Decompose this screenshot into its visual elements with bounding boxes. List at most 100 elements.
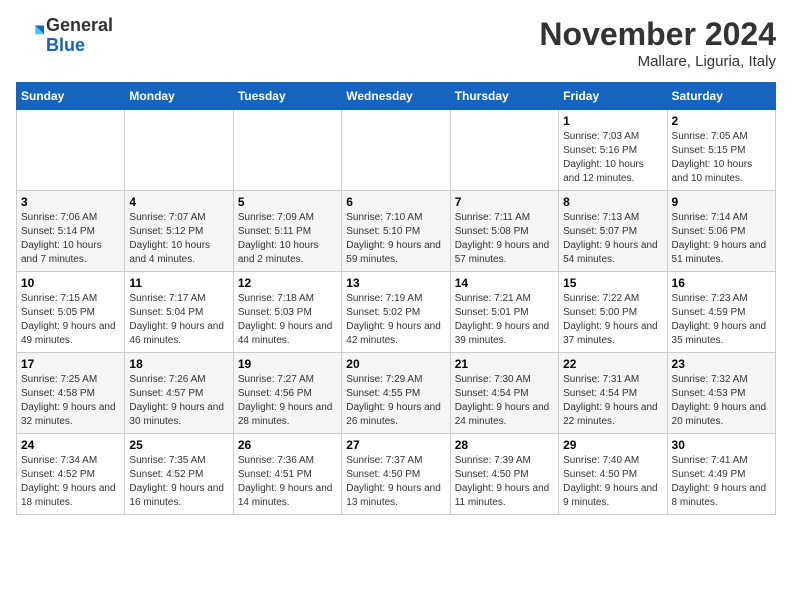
day-info: Sunrise: 7:31 AM Sunset: 4:54 PM Dayligh…: [563, 373, 662, 429]
weekday-header-friday: Friday: [559, 83, 667, 110]
day-number: 6: [346, 195, 445, 209]
calendar-cell: [17, 110, 125, 191]
calendar-cell: 22 Sunrise: 7:31 AM Sunset: 4:54 PM Dayli…: [559, 353, 667, 434]
day-number: 16: [672, 276, 771, 290]
day-info: Sunrise: 7:27 AM Sunset: 4:56 PM Dayligh…: [238, 373, 337, 429]
title-area: November 2024 Mallare, Liguria, Italy: [539, 16, 776, 70]
calendar-cell: 23 Sunrise: 7:32 AM Sunset: 4:53 PM Dayli…: [667, 353, 775, 434]
calendar-cell: 24 Sunrise: 7:34 AM Sunset: 4:52 PM Dayli…: [17, 434, 125, 515]
logo-blue-text: Blue: [46, 35, 85, 55]
weekday-header-tuesday: Tuesday: [233, 83, 341, 110]
day-number: 23: [672, 357, 771, 371]
logo-general-text: General: [46, 15, 113, 35]
day-info: Sunrise: 7:10 AM Sunset: 5:10 PM Dayligh…: [346, 211, 445, 267]
calendar-cell: 25Sunrise: 7:35 AM Sunset: 4:52 PM Dayli…: [125, 434, 233, 515]
day-info: Sunrise: 7:07 AM Sunset: 5:12 PM Dayligh…: [129, 211, 228, 267]
weekday-header-sunday: Sunday: [17, 83, 125, 110]
day-info: Sunrise: 7:25 AM Sunset: 4:58 PM Dayligh…: [21, 373, 120, 429]
calendar-cell: 7 Sunrise: 7:11 AM Sunset: 5:08 PM Daylig…: [450, 191, 558, 272]
weekday-header-saturday: Saturday: [667, 83, 775, 110]
calendar-cell: 19 Sunrise: 7:27 AM Sunset: 4:56 PM Dayli…: [233, 353, 341, 434]
day-info: Sunrise: 7:23 AM Sunset: 4:59 PM Dayligh…: [672, 292, 771, 348]
logo-icon: [16, 22, 44, 50]
day-number: 25: [129, 438, 228, 452]
day-info: Sunrise: 7:34 AM Sunset: 4:52 PM Dayligh…: [21, 454, 120, 510]
day-info: Sunrise: 7:26 AM Sunset: 4:57 PM Dayligh…: [129, 373, 228, 429]
calendar-week-row: 17Sunrise: 7:25 AM Sunset: 4:58 PM Dayli…: [17, 353, 776, 434]
calendar-cell: 10Sunrise: 7:15 AM Sunset: 5:05 PM Dayli…: [17, 272, 125, 353]
calendar-cell: [125, 110, 233, 191]
calendar-cell: 9Sunrise: 7:14 AM Sunset: 5:06 PM Daylig…: [667, 191, 775, 272]
day-number: 11: [129, 276, 228, 290]
day-number: 29: [563, 438, 662, 452]
day-number: 4: [129, 195, 228, 209]
day-info: Sunrise: 7:29 AM Sunset: 4:55 PM Dayligh…: [346, 373, 445, 429]
day-number: 28: [455, 438, 554, 452]
calendar-cell: 3 Sunrise: 7:06 AM Sunset: 5:14 PM Daylig…: [17, 191, 125, 272]
day-info: Sunrise: 7:22 AM Sunset: 5:00 PM Dayligh…: [563, 292, 662, 348]
weekday-header-monday: Monday: [125, 83, 233, 110]
day-info: Sunrise: 7:13 AM Sunset: 5:07 PM Dayligh…: [563, 211, 662, 267]
day-info: Sunrise: 7:30 AM Sunset: 4:54 PM Dayligh…: [455, 373, 554, 429]
location-label: Mallare, Liguria, Italy: [539, 53, 776, 70]
calendar-week-row: 3 Sunrise: 7:06 AM Sunset: 5:14 PM Daylig…: [17, 191, 776, 272]
day-number: 30: [672, 438, 771, 452]
day-info: Sunrise: 7:19 AM Sunset: 5:02 PM Dayligh…: [346, 292, 445, 348]
day-number: 26: [238, 438, 337, 452]
calendar-cell: 4 Sunrise: 7:07 AM Sunset: 5:12 PM Daylig…: [125, 191, 233, 272]
calendar-cell: 20 Sunrise: 7:29 AM Sunset: 4:55 PM Dayli…: [342, 353, 450, 434]
day-number: 3: [21, 195, 120, 209]
page-header: General Blue November 2024 Mallare, Ligu…: [16, 16, 776, 70]
day-number: 2: [672, 114, 771, 128]
day-info: Sunrise: 7:21 AM Sunset: 5:01 PM Dayligh…: [455, 292, 554, 348]
day-number: 15: [563, 276, 662, 290]
calendar-cell: [233, 110, 341, 191]
day-number: 27: [346, 438, 445, 452]
calendar-cell: 26 Sunrise: 7:36 AM Sunset: 4:51 PM Dayli…: [233, 434, 341, 515]
weekday-header-row: SundayMondayTuesdayWednesdayThursdayFrid…: [17, 83, 776, 110]
calendar-cell: 6 Sunrise: 7:10 AM Sunset: 5:10 PM Daylig…: [342, 191, 450, 272]
day-number: 19: [238, 357, 337, 371]
day-number: 22: [563, 357, 662, 371]
day-info: Sunrise: 7:32 AM Sunset: 4:53 PM Dayligh…: [672, 373, 771, 429]
calendar-week-row: 24 Sunrise: 7:34 AM Sunset: 4:52 PM Dayli…: [17, 434, 776, 515]
calendar-cell: 30 Sunrise: 7:41 AM Sunset: 4:49 PM Dayli…: [667, 434, 775, 515]
day-info: Sunrise: 7:17 AM Sunset: 5:04 PM Dayligh…: [129, 292, 228, 348]
day-number: 9: [672, 195, 771, 209]
calendar-cell: 21Sunrise: 7:30 AM Sunset: 4:54 PM Dayli…: [450, 353, 558, 434]
calendar-cell: 11 Sunrise: 7:17 AM Sunset: 5:04 PM Dayli…: [125, 272, 233, 353]
logo: General Blue: [16, 16, 113, 56]
calendar-week-row: 1Sunrise: 7:03 AM Sunset: 5:16 PM Daylig…: [17, 110, 776, 191]
calendar-cell: 18Sunrise: 7:26 AM Sunset: 4:57 PM Dayli…: [125, 353, 233, 434]
calendar-cell: 1Sunrise: 7:03 AM Sunset: 5:16 PM Daylig…: [559, 110, 667, 191]
calendar-cell: 16 Sunrise: 7:23 AM Sunset: 4:59 PM Dayli…: [667, 272, 775, 353]
day-info: Sunrise: 7:18 AM Sunset: 5:03 PM Dayligh…: [238, 292, 337, 348]
day-info: Sunrise: 7:05 AM Sunset: 5:15 PM Dayligh…: [672, 130, 771, 186]
calendar-cell: 17Sunrise: 7:25 AM Sunset: 4:58 PM Dayli…: [17, 353, 125, 434]
calendar-cell: 5 Sunrise: 7:09 AM Sunset: 5:11 PM Daylig…: [233, 191, 341, 272]
day-info: Sunrise: 7:11 AM Sunset: 5:08 PM Dayligh…: [455, 211, 554, 267]
calendar-cell: [450, 110, 558, 191]
day-info: Sunrise: 7:15 AM Sunset: 5:05 PM Dayligh…: [21, 292, 120, 348]
day-info: Sunrise: 7:09 AM Sunset: 5:11 PM Dayligh…: [238, 211, 337, 267]
day-info: Sunrise: 7:41 AM Sunset: 4:49 PM Dayligh…: [672, 454, 771, 510]
calendar-cell: 12Sunrise: 7:18 AM Sunset: 5:03 PM Dayli…: [233, 272, 341, 353]
day-info: Sunrise: 7:06 AM Sunset: 5:14 PM Dayligh…: [21, 211, 120, 267]
day-number: 1: [563, 114, 662, 128]
calendar-table: SundayMondayTuesdayWednesdayThursdayFrid…: [16, 82, 776, 515]
day-number: 20: [346, 357, 445, 371]
day-info: Sunrise: 7:40 AM Sunset: 4:50 PM Dayligh…: [563, 454, 662, 510]
calendar-cell: [342, 110, 450, 191]
day-number: 14: [455, 276, 554, 290]
day-info: Sunrise: 7:37 AM Sunset: 4:50 PM Dayligh…: [346, 454, 445, 510]
calendar-cell: 2 Sunrise: 7:05 AM Sunset: 5:15 PM Daylig…: [667, 110, 775, 191]
weekday-header-wednesday: Wednesday: [342, 83, 450, 110]
day-number: 5: [238, 195, 337, 209]
calendar-cell: 13 Sunrise: 7:19 AM Sunset: 5:02 PM Dayli…: [342, 272, 450, 353]
day-number: 7: [455, 195, 554, 209]
day-number: 13: [346, 276, 445, 290]
calendar-week-row: 10Sunrise: 7:15 AM Sunset: 5:05 PM Dayli…: [17, 272, 776, 353]
day-info: Sunrise: 7:36 AM Sunset: 4:51 PM Dayligh…: [238, 454, 337, 510]
day-number: 24: [21, 438, 120, 452]
calendar-cell: 28Sunrise: 7:39 AM Sunset: 4:50 PM Dayli…: [450, 434, 558, 515]
